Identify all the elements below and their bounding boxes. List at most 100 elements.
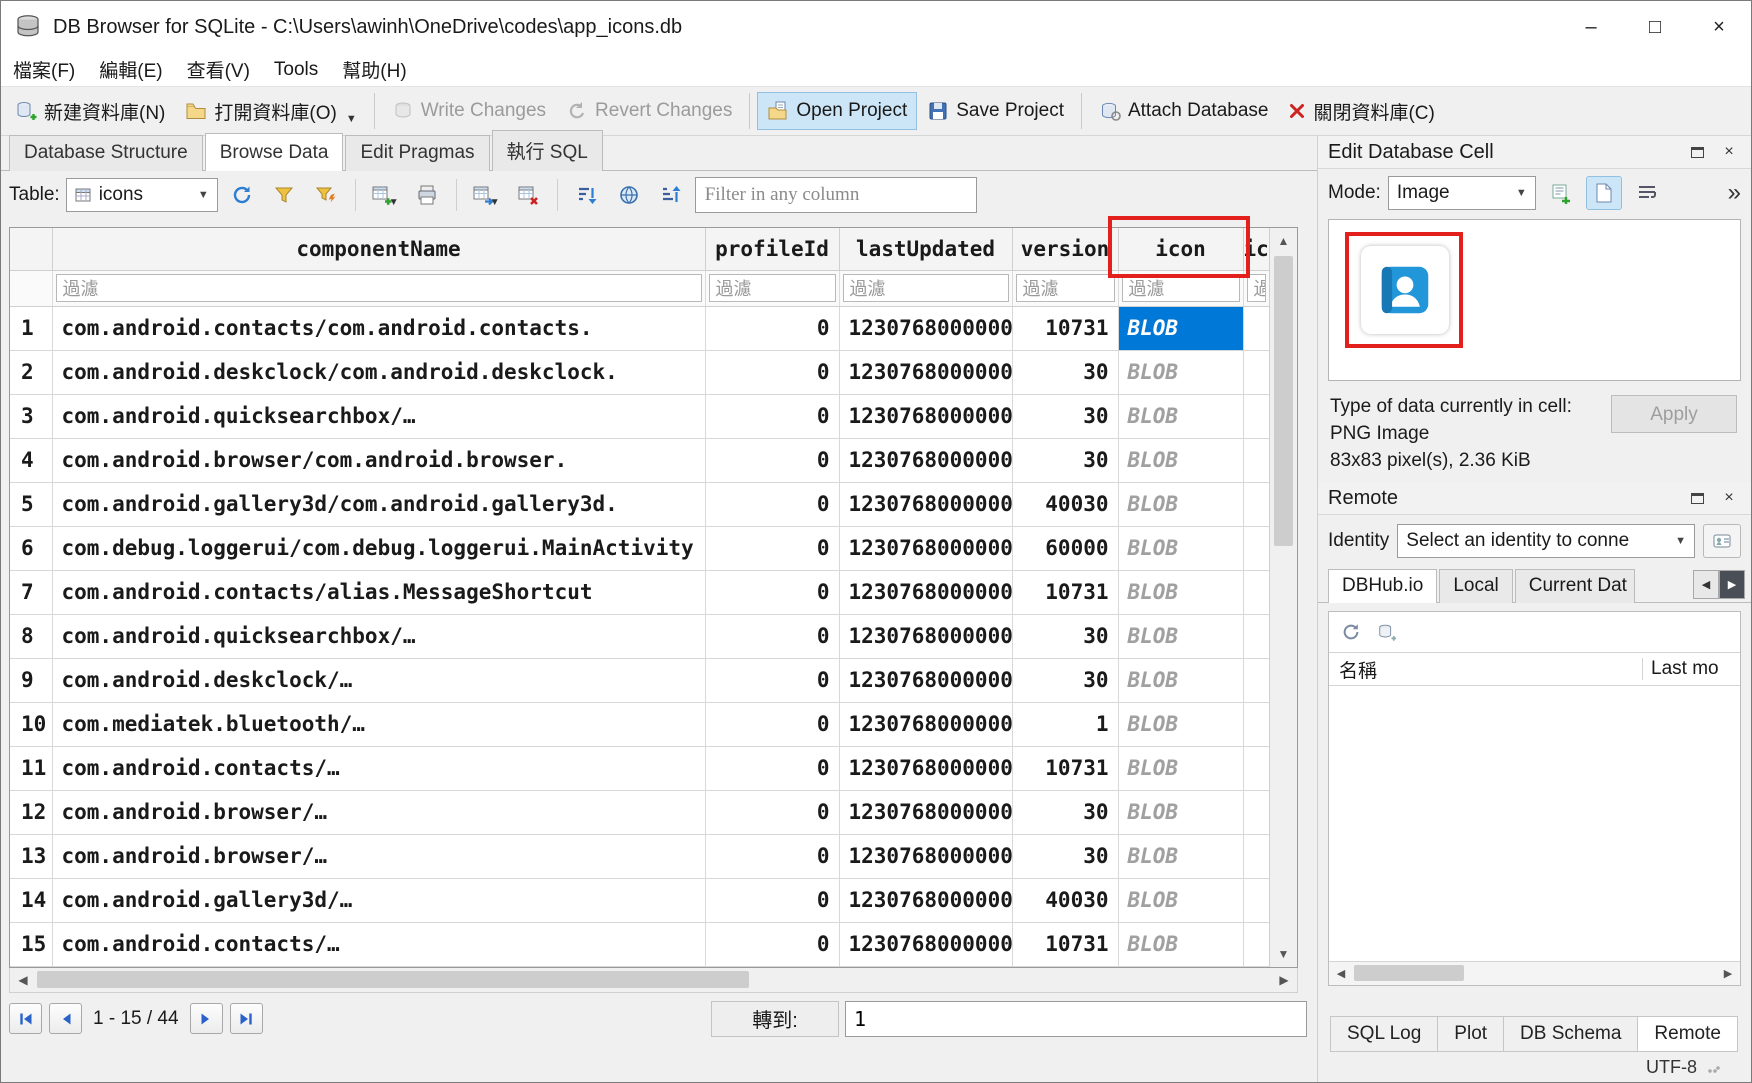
menu-tools[interactable]: Tools [262,55,330,85]
next-record-button[interactable] [190,1003,223,1034]
menu-file[interactable]: 檔案(F) [1,52,87,87]
cell-icon-blob[interactable]: BLOB [1118,438,1243,482]
cell-version[interactable]: 30 [1012,438,1118,482]
print-button[interactable] [409,177,445,213]
delete-record-button[interactable] [510,177,546,213]
cell-componentName[interactable]: com.debug.loggerui/com.debug.loggerui.Ma… [52,526,705,570]
row-number[interactable]: 10 [10,702,52,746]
remote-tab-local[interactable]: Local [1439,569,1512,603]
cell-partial[interactable] [1243,350,1269,394]
row-number[interactable]: 6 [10,526,52,570]
cell-profileId[interactable]: 0 [705,614,839,658]
tab-scroll-left-icon[interactable]: ◀ [1693,570,1719,599]
cell-partial[interactable] [1243,394,1269,438]
row-number[interactable]: 9 [10,658,52,702]
cell-lastUpdated[interactable]: 1230768000000 [839,438,1012,482]
cell-icon-blob[interactable]: BLOB [1118,306,1243,350]
column-header-icon[interactable]: icon [1118,228,1243,270]
scroll-left-icon[interactable]: ◀ [1329,962,1353,985]
cell-partial[interactable] [1243,570,1269,614]
tab-execute-sql[interactable]: 執行 SQL [492,130,603,171]
cell-lastUpdated[interactable]: 1230768000000 [839,570,1012,614]
vertical-scrollbar[interactable]: ▲ ▼ [1269,228,1297,967]
encoding-globe-button[interactable] [611,177,647,213]
row-number[interactable]: 5 [10,482,52,526]
menu-view[interactable]: 查看(V) [175,52,262,87]
cell-partial[interactable] [1243,922,1269,966]
new-database-button[interactable]: 新建資料庫(N) [5,90,175,133]
tab-scroll-right-icon[interactable]: ▶ [1719,570,1745,599]
cell-icon-blob[interactable]: BLOB [1118,614,1243,658]
cell-profileId[interactable]: 0 [705,746,839,790]
write-changes-button[interactable]: Write Changes [382,92,556,130]
cell-profileId[interactable]: 0 [705,878,839,922]
cell-lastUpdated[interactable]: 1230768000000 [839,526,1012,570]
row-number[interactable]: 12 [10,790,52,834]
cell-lastUpdated[interactable]: 1230768000000 [839,658,1012,702]
column-header-profileId[interactable]: profileId [705,228,839,270]
revert-changes-button[interactable]: Revert Changes [556,92,742,130]
cell-profileId[interactable]: 0 [705,482,839,526]
cell-partial[interactable] [1243,790,1269,834]
open-database-button[interactable]: 打開資料庫(O) ▼ [175,90,366,133]
encoding-indicator[interactable]: UTF-8 [1646,1057,1697,1078]
cell-version[interactable]: 40030 [1012,482,1118,526]
dock-tab-sql-log[interactable]: SQL Log [1330,1016,1438,1052]
cell-version[interactable]: 10731 [1012,306,1118,350]
filter-any-column-input[interactable] [695,177,977,213]
cell-partial[interactable] [1243,702,1269,746]
previous-record-button[interactable] [49,1003,82,1034]
cell-icon-blob[interactable]: BLOB [1118,702,1243,746]
cell-partial[interactable] [1243,526,1269,570]
cell-version[interactable]: 30 [1012,350,1118,394]
close-database-button[interactable]: 關閉資料庫(C) [1278,90,1444,133]
menu-edit[interactable]: 編輯(E) [87,52,174,87]
open-project-button[interactable]: Open Project [757,92,917,130]
cell-componentName[interactable]: com.android.gallery3d/com.android.galler… [52,482,705,526]
cell-icon-blob[interactable]: BLOB [1118,394,1243,438]
cell-version[interactable]: 60000 [1012,526,1118,570]
close-button[interactable]: × [1687,1,1751,53]
tab-database-structure[interactable]: Database Structure [9,135,203,171]
dock-tab-remote[interactable]: Remote [1637,1016,1738,1052]
export-record-button[interactable]: ▼ [468,177,504,213]
filter-condition-button[interactable] [308,177,344,213]
column-header-version[interactable]: version [1012,228,1118,270]
scroll-right-icon[interactable]: ▶ [1716,962,1740,985]
cell-icon-blob[interactable]: BLOB [1118,746,1243,790]
cell-lastUpdated[interactable]: 1230768000000 [839,746,1012,790]
cell-componentName[interactable]: com.android.quicksearchbox/… [52,614,705,658]
cell-profileId[interactable]: 0 [705,790,839,834]
attach-database-button[interactable]: Attach Database [1089,92,1278,130]
cell-profileId[interactable]: 0 [705,922,839,966]
import-identity-button[interactable] [1703,524,1741,558]
filter-input-profileId[interactable]: 過濾 [709,274,836,302]
filter-input-partial[interactable]: 過濾 [1247,274,1266,302]
cell-version[interactable]: 30 [1012,790,1118,834]
cell-icon-blob[interactable]: BLOB [1118,350,1243,394]
cell-icon-blob[interactable]: BLOB [1118,570,1243,614]
table-select[interactable]: icons ▼ [66,178,218,212]
cell-componentName[interactable]: com.android.deskclock/… [52,658,705,702]
cell-partial[interactable] [1243,438,1269,482]
goto-button[interactable]: 轉到: [711,1001,839,1037]
save-project-button[interactable]: Save Project [917,92,1074,130]
first-record-button[interactable] [9,1003,42,1034]
new-record-button[interactable]: ▼ [367,177,403,213]
tab-browse-data[interactable]: Browse Data [205,133,344,171]
cell-version[interactable]: 10731 [1012,922,1118,966]
cell-profileId[interactable]: 0 [705,834,839,878]
cell-lastUpdated[interactable]: 1230768000000 [839,350,1012,394]
cell-componentName[interactable]: com.android.contacts/… [52,922,705,966]
resize-grip-icon[interactable] [1707,1060,1721,1074]
cell-componentName[interactable]: com.android.browser/… [52,834,705,878]
minimize-button[interactable]: – [1559,1,1623,53]
cell-profileId[interactable]: 0 [705,702,839,746]
cell-componentName[interactable]: com.android.contacts/com.android.contact… [52,306,705,350]
cell-partial[interactable] [1243,834,1269,878]
filter-input-version[interactable]: 過濾 [1016,274,1115,302]
row-number[interactable]: 11 [10,746,52,790]
cell-icon-blob[interactable]: BLOB [1118,482,1243,526]
filter-input-icon[interactable]: 過濾 [1122,274,1240,302]
cell-componentName[interactable]: com.android.quicksearchbox/… [52,394,705,438]
